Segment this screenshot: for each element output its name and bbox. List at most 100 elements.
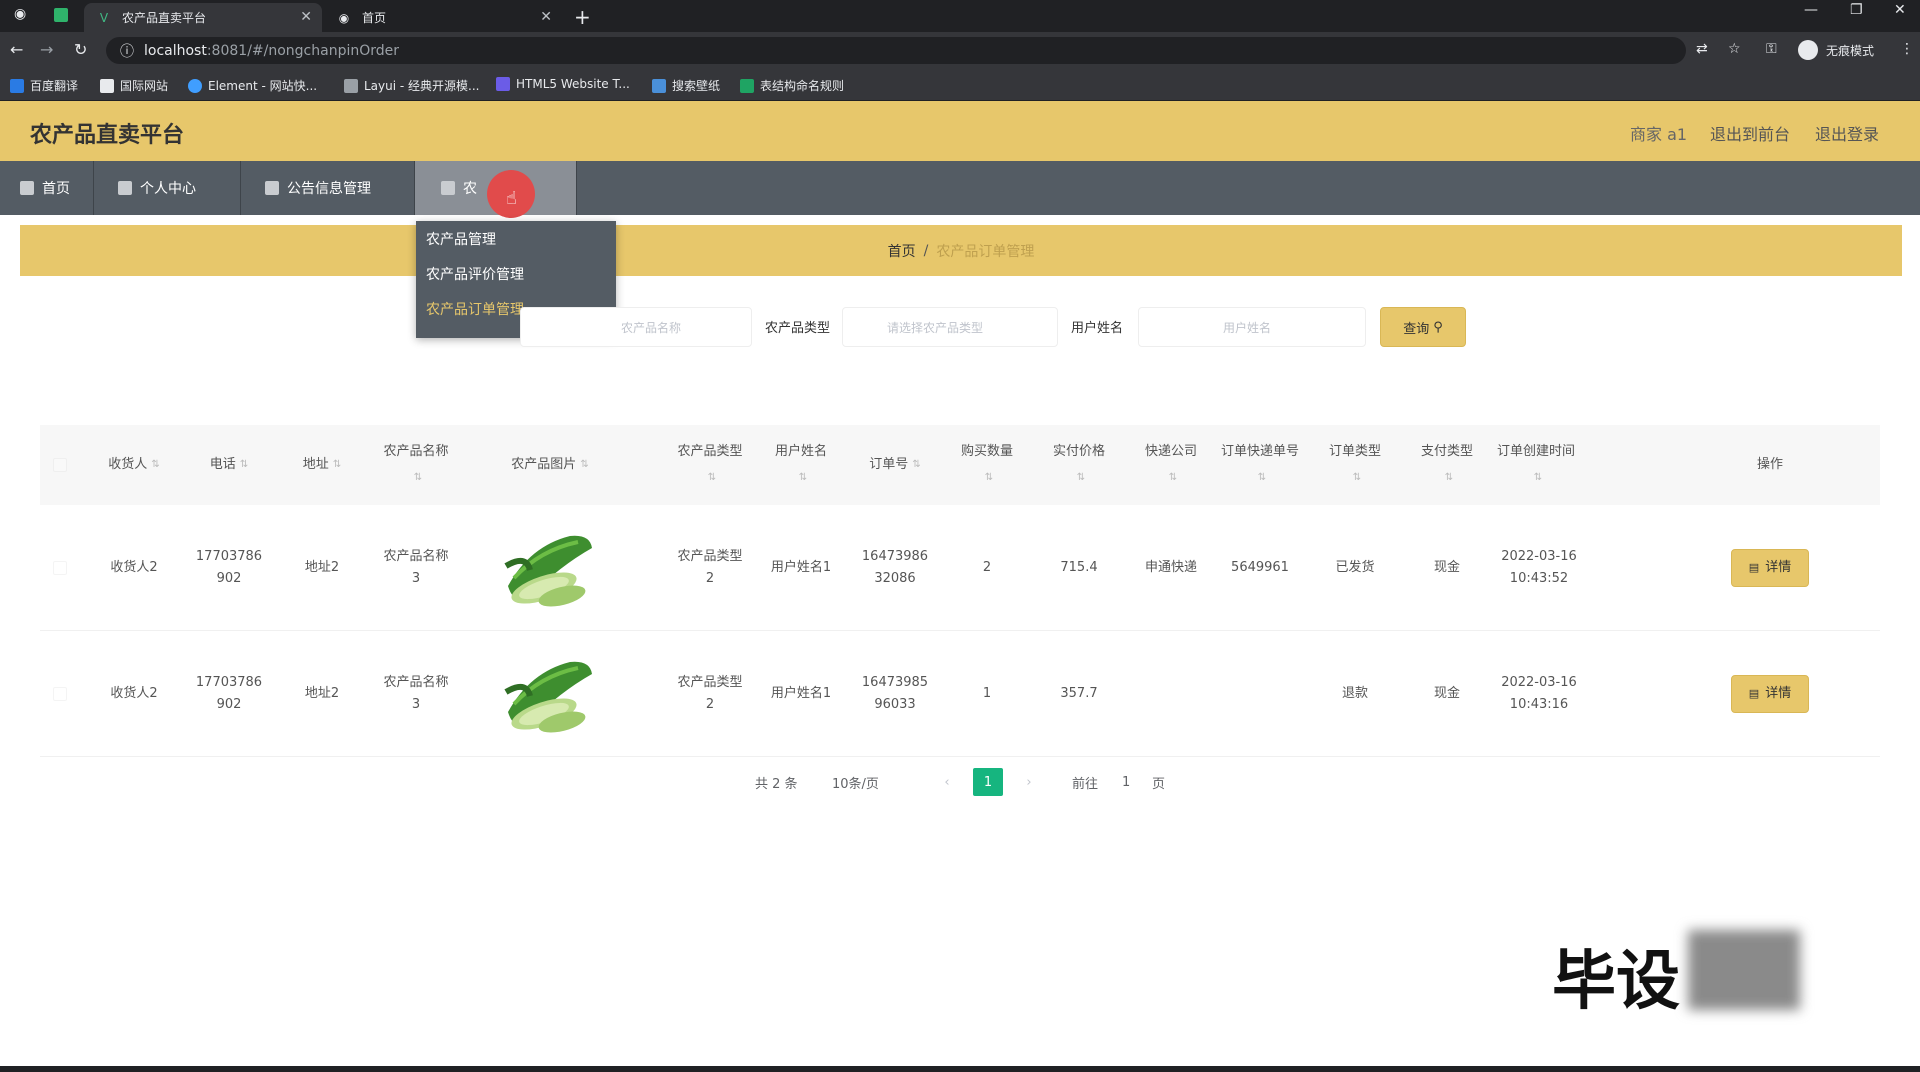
detail-button[interactable]: ▤ 详情 xyxy=(1731,675,1809,713)
cell-image xyxy=(490,505,610,631)
tab-active[interactable]: V 农产品直卖平台 ✕ xyxy=(84,3,322,32)
nav-item-profile[interactable]: 个人中心 xyxy=(94,161,241,215)
star-icon[interactable]: ☆ xyxy=(1728,41,1741,57)
back-icon[interactable]: ← xyxy=(10,40,23,59)
header-cell[interactable]: 用户姓名 ⇅ xyxy=(762,425,840,505)
page-number[interactable]: 1 xyxy=(973,768,1003,796)
restore-icon[interactable]: ❐ xyxy=(1850,2,1863,18)
row-checkbox[interactable] xyxy=(53,561,67,575)
detail-button[interactable]: ▤ 详情 xyxy=(1731,549,1809,587)
cell-qty: 2 xyxy=(982,560,992,575)
sort-icon: ⇅ xyxy=(580,459,589,470)
header-cell[interactable]: 实付价格 ⇅ xyxy=(1044,425,1114,505)
back-to-front-link[interactable]: 退出到前台 xyxy=(1710,121,1790,145)
header-label: 订单创建时间 xyxy=(1496,444,1575,459)
header-cell[interactable]: 收货人 ⇅ xyxy=(94,425,174,505)
type-select[interactable]: 请选择农产品类型 xyxy=(842,307,1058,347)
new-tab-button[interactable]: + xyxy=(574,5,591,29)
logout-link[interactable]: 退出登录 xyxy=(1815,121,1879,145)
bookmark-item[interactable]: 国际网站 xyxy=(100,77,168,94)
bookmark-item[interactable]: 表结构命名规则 xyxy=(740,77,844,94)
tab-title: 农产品直卖平台 xyxy=(122,11,207,25)
header-cell[interactable]: 购买数量 ⇅ xyxy=(952,425,1022,505)
app-tab-icon[interactable] xyxy=(54,8,68,22)
sort-icon: ⇅ xyxy=(1168,472,1178,483)
translate-icon[interactable]: ⇄ xyxy=(1696,41,1708,57)
header-cell[interactable]: 订单创建时间 ⇅ xyxy=(1494,425,1578,505)
cell-address: 地址2 xyxy=(304,686,340,701)
header-cell[interactable]: 支付类型 ⇅ xyxy=(1412,425,1482,505)
type-label: 农产品类型 xyxy=(765,321,831,336)
cell-price: 357.7 xyxy=(1060,686,1098,701)
cell-order-no: 1647398596033 xyxy=(861,675,929,712)
next-page-button[interactable]: › xyxy=(1014,768,1044,796)
page-size-select[interactable]: 10条/页 xyxy=(832,768,879,796)
cell-pay-type: 现金 xyxy=(1433,686,1460,701)
goto-input[interactable]: 1 xyxy=(1122,768,1130,796)
row-select-cell xyxy=(40,505,80,631)
bookmark-item[interactable]: HTML5 Website T... xyxy=(496,77,630,91)
user-label: 用户姓名 xyxy=(1071,321,1124,336)
header-cell[interactable]: 快递公司 ⇅ xyxy=(1136,425,1206,505)
hand-cursor-icon: ☝ xyxy=(506,188,517,209)
prev-page-button[interactable]: ‹ xyxy=(932,768,962,796)
cell-pay-type: 现金 xyxy=(1433,560,1460,575)
header-cell[interactable]: 农产品名称 ⇅ xyxy=(374,425,458,505)
table-row: 收货人2 17703786902 地址2 农产品名称3 农产品类型2 用户姓名1… xyxy=(40,505,1880,631)
close-icon[interactable]: ✕ xyxy=(300,9,312,25)
cell-created: 2022-03-16 10:43:52 xyxy=(1501,549,1577,586)
dropdown-item-reviews[interactable]: 农产品评价管理 xyxy=(416,256,616,291)
bookmark-label: 搜索壁纸 xyxy=(672,79,721,93)
cell-type: 农产品类型2 xyxy=(677,675,743,712)
header-cell[interactable]: 地址 ⇅ xyxy=(286,425,358,505)
breadcrumb: 首页 / 农产品订单管理 xyxy=(20,225,1902,276)
breadcrumb-home[interactable]: 首页 xyxy=(888,241,916,261)
url-host: localhost xyxy=(144,42,207,59)
header-label: 快递公司 xyxy=(1144,444,1197,459)
search-button[interactable]: 查询 ⚲ xyxy=(1380,307,1466,347)
nav-item-home[interactable]: 首页 xyxy=(0,161,94,215)
user-icon xyxy=(118,181,132,195)
cell-consignee: 收货人2 xyxy=(110,560,158,575)
current-user: 商家 a1 xyxy=(1630,125,1688,144)
profile-button[interactable]: 无痕模式 xyxy=(1798,40,1874,60)
bookmark-item[interactable]: Element - 网站快... xyxy=(188,77,317,94)
cell-courier: 申通快递 xyxy=(1144,560,1197,575)
header-label: 电话 xyxy=(209,457,236,472)
reload-icon[interactable]: ↻ xyxy=(74,40,87,59)
header-cell[interactable]: 订单号 ⇅ xyxy=(850,425,940,505)
bookmark-item[interactable]: Layui - 经典开源模... xyxy=(344,77,479,94)
header-cell[interactable]: 农产品类型 ⇅ xyxy=(668,425,752,505)
bookmark-item[interactable]: 百度翻译 xyxy=(10,77,78,94)
detail-label: 详情 xyxy=(1765,560,1792,575)
browser-menu-icon[interactable]: ◉ xyxy=(14,6,26,22)
row-checkbox[interactable] xyxy=(53,687,67,701)
header-label: 农产品图片 xyxy=(511,457,577,472)
product-name-input[interactable]: 农产品名称 xyxy=(520,307,752,347)
header-cell[interactable]: 订单快递单号 ⇅ xyxy=(1220,425,1300,505)
address-bar[interactable]: ⓘ localhost :8081/#/nongchanpinOrder xyxy=(106,37,1686,64)
sort-icon: ⇅ xyxy=(984,472,994,483)
header-cell[interactable]: 订单类型 ⇅ xyxy=(1320,425,1390,505)
box-icon xyxy=(441,181,455,195)
minimize-icon[interactable]: — xyxy=(1804,2,1818,18)
cell-order-type: 退款 xyxy=(1341,686,1368,701)
sort-icon: ⇅ xyxy=(1533,472,1543,483)
header-cell[interactable]: 农产品图片 ⇅ xyxy=(490,425,610,505)
more-icon[interactable]: ⋮ xyxy=(1900,41,1914,57)
bookmark-item[interactable]: 搜索壁纸 xyxy=(652,77,720,94)
close-icon[interactable]: ✕ xyxy=(540,9,552,25)
close-window-icon[interactable]: ✕ xyxy=(1894,2,1906,18)
forward-icon[interactable]: → xyxy=(40,40,53,59)
tab-home[interactable]: ◉ 首页 ✕ xyxy=(324,3,562,32)
user-name-input[interactable]: 用户姓名 xyxy=(1138,307,1366,347)
header-cell[interactable]: 电话 ⇅ xyxy=(186,425,272,505)
key-icon[interactable]: ⚿ xyxy=(1766,41,1777,57)
document-icon xyxy=(265,181,279,195)
search-form: 农产品名称 农产品类型 请选择农产品类型 用户姓名 用户姓名 查询 ⚲ xyxy=(0,305,1920,349)
table-header: 收货人 ⇅ 电话 ⇅ 地址 ⇅ 农产品名称 ⇅ 农产品图片 ⇅ 农产品类型 ⇅ 用户姓名 ⇅ … xyxy=(40,425,1880,505)
dropdown-item-products[interactable]: 农产品管理 xyxy=(416,221,616,256)
cucumber-image xyxy=(504,661,592,733)
nav-item-notice[interactable]: 公告信息管理 xyxy=(241,161,415,215)
select-all-checkbox[interactable] xyxy=(53,458,67,472)
